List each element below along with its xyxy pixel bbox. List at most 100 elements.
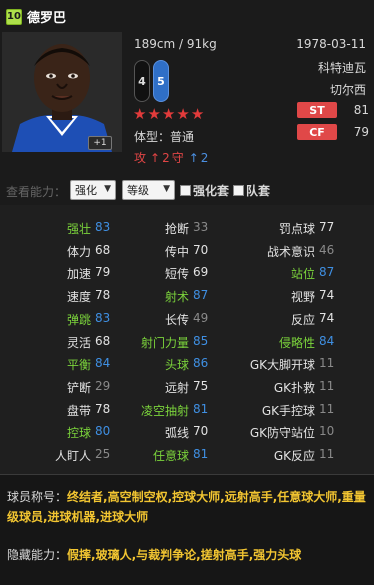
attribute-label: 盘带 xyxy=(66,403,91,418)
chevron-down-icon: ▼ xyxy=(104,184,111,194)
attribute-label: GK手控球 xyxy=(261,403,315,418)
attribute-label: 反应 xyxy=(290,312,315,327)
hidden-abilities-value: 假摔,玻璃人,与裁判争论,搓射高手,强力头球 xyxy=(67,548,302,562)
player-name: 德罗巴 xyxy=(27,11,67,26)
attribute-label: 侵略性 xyxy=(278,335,315,350)
birthdate: 1978-03-11 xyxy=(296,37,366,51)
position-row-cf: CF 79 xyxy=(297,124,369,140)
attribute-cell: 远射 75 xyxy=(79,379,208,396)
attribute-value: 10 xyxy=(319,424,335,439)
attribute-label: 传中 xyxy=(164,244,189,259)
attribute-cell: 射术 87 xyxy=(79,288,208,305)
chevron-down-icon: ▼ xyxy=(163,184,170,194)
view-ability-label: 查看能力： xyxy=(6,185,67,199)
defense-arrow-icon: ↑ xyxy=(188,150,199,165)
star-icon: ★ xyxy=(176,105,190,123)
attribute-value: 74 xyxy=(319,310,335,325)
attribute-cell: 短传 69 xyxy=(79,265,208,282)
position-row-st: ST 81 xyxy=(297,102,369,118)
defense-label: 守 xyxy=(171,151,184,165)
position-badge: CF xyxy=(297,124,337,140)
enhance-select[interactable]: 强化 ▼ xyxy=(70,180,116,200)
level-select[interactable]: 等级 ▼ xyxy=(122,180,175,200)
attribute-value: 11 xyxy=(319,401,335,416)
footer-traits: 球员称号：终结者,高空制空权,控球大师,远射高手,任意球大师,重量级球员,进球机… xyxy=(0,475,374,585)
attribute-cell: 视野 74 xyxy=(205,288,334,305)
enhance-set-label: 强化套 xyxy=(193,184,230,198)
player-portrait xyxy=(2,32,122,152)
attribute-label: 战术意识 xyxy=(266,244,315,259)
attribute-cell: 射门力量 85 xyxy=(79,334,208,351)
attribute-cell: 传中 70 xyxy=(79,243,208,260)
attack-label: 攻 xyxy=(134,151,147,165)
team-set-checkbox[interactable]: 队套 xyxy=(233,182,270,199)
star-icon: ★ xyxy=(161,105,176,123)
title-row: 10 德罗巴 xyxy=(6,7,66,26)
player-header: 10 德罗巴 +1 189cm / 91kg 1978-03-11 科特迪瓦 切… xyxy=(0,0,374,205)
attribute-value: 77 xyxy=(319,220,335,234)
player-photo-icon xyxy=(2,32,122,152)
attribute-value: 87 xyxy=(319,265,335,280)
view-controls: 查看能力： 强化 ▼ 等级 ▼ 强化套 队套 xyxy=(0,178,374,204)
attribute-label: 控球 xyxy=(66,426,91,441)
attribute-label: 人盯人 xyxy=(54,449,91,463)
attribute-cell: GK手控球 11 xyxy=(205,402,334,419)
right-foot-icon: 5 xyxy=(153,60,169,102)
attack-value: 2 xyxy=(162,150,170,165)
attribute-label: 长传 xyxy=(164,312,189,327)
nationality: 科特迪瓦 xyxy=(317,61,366,75)
enhance-set-checkbox[interactable]: 强化套 xyxy=(180,182,229,199)
attribute-label: GK防守站位 xyxy=(249,426,315,441)
attribute-grid: 强壮 83 抢断 33 罚点球 77 体力 68 传中 70 战术意识 46 加速 79 短传 69 站位 87 速… xyxy=(0,220,374,470)
attribute-label: 平衡 xyxy=(66,358,91,373)
player-titles: 球员称号：终结者,高空制空权,控球大师,远射高手,任意球大师,重量级球员,进球机… xyxy=(7,487,367,527)
attribute-value: 74 xyxy=(319,288,335,303)
attribute-label: GK大脚开球 xyxy=(249,358,315,373)
body-type-value: 普通 xyxy=(170,130,195,144)
attribute-label: 弧线 xyxy=(164,426,189,441)
star-icon: ★ xyxy=(147,105,161,123)
position-rating: 81 xyxy=(353,103,369,117)
checkbox-box[interactable] xyxy=(180,185,191,196)
attribute-cell: 反应 74 xyxy=(205,311,334,328)
attribute-label: 远射 xyxy=(164,380,189,395)
attribute-label: 体力 xyxy=(66,244,91,259)
attribute-cell: 凌空抽射 81 xyxy=(79,402,208,419)
position-rating: 79 xyxy=(353,125,369,139)
attribute-cell: 任意球 81 xyxy=(79,447,208,464)
attribute-cell: GK扑救 11 xyxy=(205,379,334,396)
star-icon: ★ xyxy=(190,105,205,123)
attribute-cell: 抢断 33 xyxy=(79,220,208,237)
attribute-label: 罚点球 xyxy=(278,222,315,236)
attribute-label: 铲断 xyxy=(66,380,91,395)
attribute-value: 11 xyxy=(319,378,335,393)
attribute-cell: 战术意识 46 xyxy=(205,243,334,260)
defense-value: 2 xyxy=(200,150,209,165)
overall-rating-badge: 10 xyxy=(6,8,22,25)
attribute-label: GK反应 xyxy=(273,449,315,463)
attribute-cell: 侵略性 84 xyxy=(205,334,334,351)
club-name: 切尔西 xyxy=(329,83,366,97)
star-icon: ★ xyxy=(133,105,147,123)
attribute-cell: 站位 87 xyxy=(205,265,334,282)
attribute-label: 视野 xyxy=(290,290,315,305)
attribute-label: GK扑救 xyxy=(273,380,315,395)
attack-arrow-icon: ↑ xyxy=(150,150,161,165)
level-select-value: 等级 xyxy=(127,184,149,197)
attribute-label: 凌空抽射 xyxy=(140,403,189,418)
player-titles-label: 球员称号： xyxy=(7,490,68,504)
attribute-cell: 罚点球 77 xyxy=(205,220,334,237)
enhance-select-value: 强化 xyxy=(75,184,97,197)
upgrade-plus-badge: +1 xyxy=(88,136,112,150)
attribute-cell: 头球 86 xyxy=(79,356,208,373)
attribute-cell: GK防守站位 10 xyxy=(205,424,334,441)
work-rate: 攻 ↑ 2 守 ↑ 2 xyxy=(134,149,208,166)
attribute-value: 84 xyxy=(319,333,335,348)
attribute-value: 11 xyxy=(319,447,335,461)
attribute-label: 站位 xyxy=(290,267,315,282)
attribute-label: 抢断 xyxy=(164,222,189,236)
team-set-label: 队套 xyxy=(246,184,271,198)
checkbox-box[interactable] xyxy=(233,185,244,196)
attribute-label: 任意球 xyxy=(152,449,189,463)
attribute-label: 加速 xyxy=(66,267,91,282)
